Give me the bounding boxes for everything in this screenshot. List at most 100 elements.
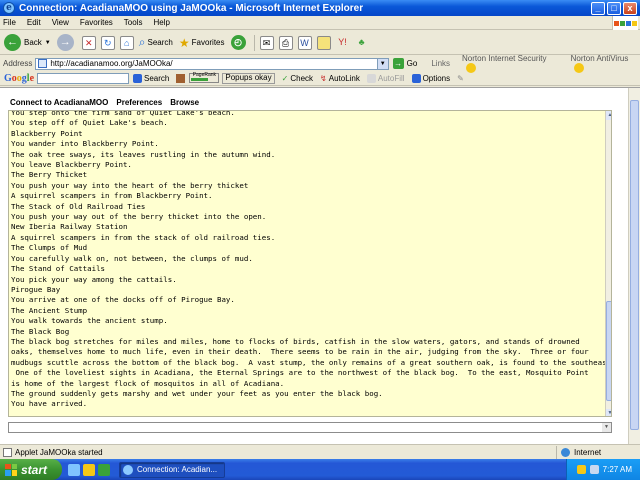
- home-icon[interactable]: ⌂: [119, 35, 134, 50]
- menu-browse[interactable]: Browse: [170, 98, 199, 107]
- windows-flag-icon: [5, 463, 17, 476]
- output-line: Blackberry Point: [11, 128, 83, 138]
- favorites-button[interactable]: ★ Favorites: [179, 36, 225, 50]
- quick-launch-ie-icon[interactable]: [68, 463, 80, 476]
- refresh-icon[interactable]: ↻: [100, 35, 115, 50]
- address-dropdown-icon[interactable]: ▼: [376, 58, 388, 69]
- research-icon[interactable]: Y!: [336, 36, 350, 50]
- output-line: mudbugs scuttle across the bottom of the…: [11, 357, 612, 367]
- messenger-icon[interactable]: ♣: [355, 36, 369, 50]
- windows-logo-icon: [612, 16, 638, 30]
- address-input[interactable]: http://acadianamoo.org/JaMOOka/ ▼: [35, 57, 389, 70]
- output-line: New Iberia Railway Station: [11, 222, 128, 232]
- google-search-button[interactable]: Search: [133, 73, 169, 83]
- menu-connect[interactable]: Connect to AcadianaMOO: [10, 98, 108, 107]
- menu-help[interactable]: Help: [153, 18, 169, 27]
- google-search-icon: [133, 73, 143, 83]
- network-tray-icon[interactable]: [589, 465, 599, 474]
- quick-launch: [68, 463, 113, 476]
- output-scroll-thumb[interactable]: [606, 301, 611, 401]
- back-button[interactable]: ← Back ▼: [4, 34, 51, 51]
- menu-preferences[interactable]: Preferences: [116, 98, 162, 107]
- stop-icon[interactable]: ✕: [81, 35, 96, 50]
- output-line: The oak tree sways, its leaves rustling …: [11, 149, 276, 159]
- address-label: Address: [3, 59, 33, 68]
- history-icon[interactable]: ◴: [230, 35, 246, 50]
- status-text: Applet JaMOOka started: [15, 447, 103, 457]
- google-search-input[interactable]: [37, 72, 130, 84]
- moo-output-text: You step onto the firm sand of Quiet Lak…: [11, 111, 612, 410]
- output-line: You step off of Quiet Lake's beach.: [11, 118, 168, 128]
- title-bar[interactable]: e Connection: AcadianaMOO using JaMOOka …: [0, 0, 640, 16]
- menu-favorites[interactable]: Favorites: [80, 18, 113, 27]
- output-line: The Black Bog: [11, 326, 70, 336]
- toolbar-separator: [253, 34, 255, 51]
- output-line: A squirrel scampers in from the stack of…: [11, 232, 276, 242]
- mail-icon[interactable]: ✉: [259, 35, 274, 50]
- output-line: One of the loveliest sights in Acadiana,…: [11, 368, 589, 378]
- output-line: You wander into Blackberry Point.: [11, 139, 159, 149]
- applet-menu-bar: Connect to AcadianaMOO Preferences Brows…: [10, 98, 207, 107]
- output-line: You leave Blackberry Point.: [11, 160, 132, 170]
- maximize-button[interactable]: □: [607, 1, 621, 15]
- links-button[interactable]: Links: [431, 59, 450, 68]
- taskbar-item-ie[interactable]: Connection: Acadian...: [119, 461, 225, 478]
- print-icon[interactable]: ⎙: [278, 35, 293, 50]
- scroll-down-icon[interactable]: ▼: [606, 409, 611, 416]
- moo-command-input[interactable]: ▼: [8, 422, 612, 433]
- options-icon: [411, 73, 421, 83]
- news-icon[interactable]: [176, 73, 186, 83]
- autofill-icon: [366, 73, 376, 83]
- google-logo[interactable]: Google: [4, 73, 34, 84]
- address-bar: Address http://acadianamoo.org/JaMOOka/ …: [0, 54, 640, 73]
- output-line: is home of the largest flock of mosquito…: [11, 378, 285, 388]
- internet-explorer-icon: e: [3, 2, 15, 14]
- menu-view[interactable]: View: [52, 18, 69, 27]
- output-line: The Berry Thicket: [11, 170, 88, 180]
- scroll-up-icon[interactable]: ▲: [606, 111, 611, 120]
- quick-launch-folder-icon[interactable]: [83, 463, 95, 476]
- edit-word-icon[interactable]: W: [297, 35, 312, 50]
- page-scroll-thumb[interactable]: [630, 100, 639, 430]
- output-line: You push your way into the heart of the …: [11, 180, 249, 190]
- output-line: The Stack of Old Railroad Ties: [11, 201, 146, 211]
- page-content: Connect to AcadianaMOO Preferences Brows…: [0, 87, 640, 445]
- status-bar: Applet JaMOOka started Internet: [0, 444, 640, 459]
- pagerank-meter: PageRank: [189, 73, 220, 83]
- page-scrollbar[interactable]: [628, 88, 640, 445]
- output-line: Pirogue Bay: [11, 284, 61, 294]
- output-line: You arrive at one of the docks off of Pi…: [11, 295, 235, 305]
- norton-tray-icon[interactable]: [576, 465, 586, 474]
- moo-output-panel[interactable]: You step onto the firm sand of Quiet Lak…: [8, 110, 612, 417]
- menu-edit[interactable]: Edit: [27, 18, 41, 27]
- search-button[interactable]: ⌕ Search: [139, 35, 173, 50]
- favorites-star-icon: ★: [178, 35, 190, 50]
- applet-icon: [3, 447, 12, 457]
- discuss-icon[interactable]: [316, 35, 331, 50]
- security-zone[interactable]: Internet: [556, 445, 640, 459]
- popups-button[interactable]: Popups okay: [222, 72, 275, 84]
- command-history-dropdown-icon[interactable]: ▼: [602, 423, 611, 432]
- go-button[interactable]: → Go: [392, 58, 417, 69]
- forward-arrow-icon[interactable]: →: [56, 34, 74, 51]
- menu-bar: File Edit View Favorites Tools Help: [0, 16, 640, 30]
- quick-launch-media-icon[interactable]: [98, 463, 110, 476]
- system-tray: 7:27 AM: [566, 459, 640, 480]
- google-toolbar: Google Search PageRank Popups okay ✓ Che…: [0, 71, 640, 86]
- highlight-pen-icon[interactable]: ✎: [457, 74, 464, 83]
- options-button[interactable]: Options: [411, 73, 450, 83]
- minimize-button[interactable]: _: [591, 1, 605, 15]
- autolink-button[interactable]: ↯ AutoLink: [320, 74, 360, 83]
- output-scrollbar[interactable]: ▲ ▼: [605, 111, 611, 416]
- close-button[interactable]: x: [623, 1, 637, 15]
- back-dropdown-icon[interactable]: ▼: [45, 40, 51, 46]
- output-line: You have arrived.: [11, 399, 88, 409]
- task-ie-icon: [123, 464, 133, 475]
- menu-file[interactable]: File: [3, 18, 16, 27]
- menu-tools[interactable]: Tools: [124, 18, 143, 27]
- output-line: The Clumps of Mud: [11, 243, 88, 253]
- output-line: You walk towards the ancient stump.: [11, 316, 168, 326]
- start-button[interactable]: start: [0, 459, 62, 480]
- spell-check-button[interactable]: ✓ Check: [282, 74, 313, 83]
- autofill-button[interactable]: AutoFill: [366, 73, 405, 83]
